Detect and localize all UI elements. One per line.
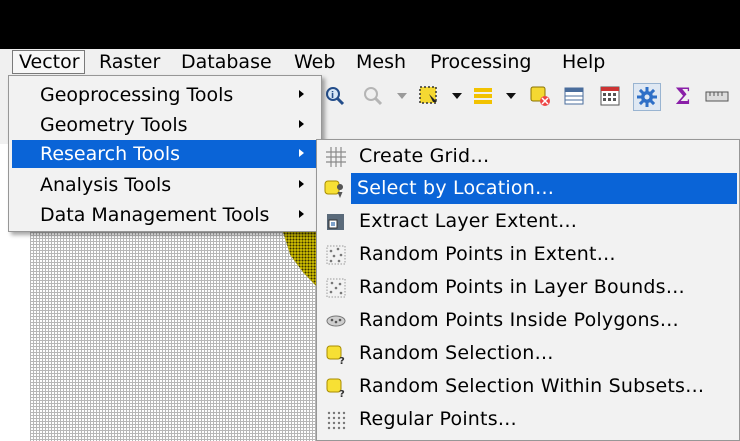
submenu-arrow-icon — [299, 90, 304, 98]
identify-icon[interactable]: i — [322, 83, 348, 109]
settings-gear-icon[interactable] — [633, 83, 661, 111]
random-selection-icon: ? — [325, 343, 347, 367]
menu-item-regular-points[interactable]: Regular Points… — [319, 404, 737, 435]
menu-item-label: Data Management Tools — [40, 204, 270, 226]
menu-item-label: Geometry Tools — [40, 114, 188, 136]
research-tools-submenu: Create Grid… Select by Location… Extract… — [316, 139, 740, 441]
measure-icon[interactable] — [704, 83, 730, 109]
zoom-dropdown-arrow[interactable] — [397, 93, 407, 99]
submenu-arrow-icon — [299, 120, 304, 128]
zoom-icon[interactable] — [360, 83, 386, 109]
svg-text:?: ? — [339, 356, 345, 365]
vector-menu: Geoprocessing Tools Geometry Tools Resea… — [8, 75, 322, 232]
menu-item-random-points-inside-polygons[interactable]: Random Points Inside Polygons… — [319, 305, 737, 336]
menu-processing[interactable]: Processing — [430, 51, 531, 73]
layer-extent-icon — [325, 211, 347, 233]
layer-dropdown-arrow[interactable] — [506, 93, 516, 99]
menu-item-label: Create Grid… — [359, 145, 490, 167]
menu-web[interactable]: Web — [294, 51, 335, 73]
top-black-band — [0, 0, 740, 49]
statistics-sigma-icon[interactable]: Σ — [670, 83, 696, 109]
menu-item-data-management-tools[interactable]: Data Management Tools — [12, 201, 318, 229]
menu-item-research-tools[interactable]: Research Tools — [12, 140, 318, 168]
svg-text:Σ: Σ — [675, 84, 691, 108]
menu-bar: Vector Raster Database Web Mesh Processi… — [0, 49, 740, 75]
menu-item-label: Random Points in Layer Bounds… — [359, 276, 685, 298]
svg-text:i: i — [331, 91, 334, 101]
svg-text:?: ? — [339, 389, 345, 398]
menu-item-label: Research Tools — [40, 143, 180, 165]
select-layer-icon[interactable] — [470, 83, 496, 109]
menu-item-random-points-in-layer-bounds[interactable]: Random Points in Layer Bounds… — [319, 272, 737, 303]
menu-item-random-selection[interactable]: ? Random Selection… — [319, 338, 737, 369]
menu-item-label: Regular Points… — [359, 408, 517, 430]
random-points-polygons-icon — [325, 310, 347, 332]
menu-item-label: Random Points in Extent… — [359, 243, 616, 265]
menu-item-random-selection-within-subsets[interactable]: ? Random Selection Within Subsets… — [319, 371, 737, 402]
menu-raster[interactable]: Raster — [99, 51, 160, 73]
menu-mesh[interactable]: Mesh — [356, 51, 406, 73]
select-location-icon — [323, 178, 345, 200]
select-dropdown-arrow[interactable] — [452, 93, 462, 99]
menu-item-random-points-in-extent[interactable]: Random Points in Extent… — [319, 239, 737, 270]
menu-vector[interactable]: Vector — [12, 50, 85, 74]
deselect-icon[interactable] — [527, 83, 553, 109]
menu-item-select-by-location[interactable]: Select by Location… — [324, 173, 737, 204]
grid-layer-render — [30, 232, 320, 441]
menu-item-label: Geoprocessing Tools — [40, 84, 234, 106]
random-selection-subsets-icon: ? — [325, 376, 347, 400]
menu-item-label: Random Selection… — [359, 342, 554, 364]
grid-icon — [325, 146, 347, 168]
menu-item-label: Select by Location… — [357, 177, 555, 199]
select-features-icon[interactable] — [416, 83, 442, 109]
menu-database[interactable]: Database — [181, 51, 272, 73]
menu-item-analysis-tools[interactable]: Analysis Tools — [12, 171, 318, 199]
menu-item-label: Extract Layer Extent… — [359, 210, 578, 232]
menu-item-label: Random Points Inside Polygons… — [359, 309, 679, 331]
submenu-arrow-icon — [299, 149, 304, 157]
submenu-arrow-icon — [299, 180, 304, 188]
menu-item-label: Analysis Tools — [40, 174, 172, 196]
field-calculator-icon[interactable] — [597, 83, 623, 109]
menu-help[interactable]: Help — [562, 51, 605, 73]
menu-item-create-grid[interactable]: Create Grid… — [319, 141, 737, 172]
random-points-bounds-icon — [325, 277, 347, 299]
menu-item-geometry-tools[interactable]: Geometry Tools — [12, 111, 318, 139]
menu-item-extract-layer-extent[interactable]: Extract Layer Extent… — [319, 206, 737, 237]
attribute-table-icon[interactable] — [561, 83, 587, 109]
menu-item-label: Random Selection Within Subsets… — [359, 375, 705, 397]
regular-points-icon — [325, 409, 347, 431]
submenu-arrow-icon — [299, 210, 304, 218]
menu-item-geoprocessing-tools[interactable]: Geoprocessing Tools — [12, 81, 318, 109]
random-points-icon — [325, 244, 347, 266]
